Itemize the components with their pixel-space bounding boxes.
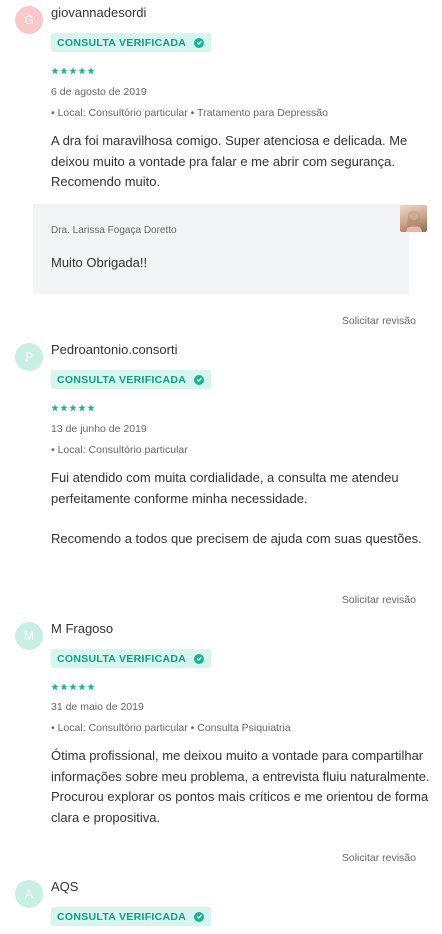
request-revision-link[interactable]: Solicitar revisão [342, 594, 416, 606]
star-icon [78, 404, 86, 412]
star-rating [51, 67, 95, 76]
reply-text: Muito Obrigada!! [51, 255, 148, 270]
star-icon [78, 683, 86, 691]
review-comment: A dra foi maravilhosa comigo. Super aten… [51, 131, 431, 193]
star-icon [87, 683, 95, 691]
star-icon [78, 67, 86, 75]
verified-badge: CONSULTA VERIFICADA [51, 33, 212, 52]
review-date: 6 de agosto de 2019 [51, 86, 147, 98]
star-icon [87, 404, 95, 412]
star-icon [69, 404, 77, 412]
check-circle-icon [194, 374, 205, 385]
check-circle-icon [194, 911, 205, 922]
review-meta: • Local: Consultório particular • Tratam… [51, 107, 328, 119]
avatar: A [15, 880, 43, 908]
star-icon [87, 67, 95, 75]
avatar: G [15, 6, 43, 34]
star-icon [51, 404, 59, 412]
review-username[interactable]: M Fragoso [51, 621, 113, 636]
avatar: P [15, 343, 43, 371]
review-meta: • Local: Consultório particular [51, 444, 188, 456]
verified-badge: CONSULTA VERIFICADA [51, 649, 212, 668]
request-revision-link[interactable]: Solicitar revisão [342, 315, 416, 327]
star-icon [60, 404, 68, 412]
verified-badge: CONSULTA VERIFICADA [51, 370, 212, 389]
review-date: 31 de maio de 2019 [51, 701, 144, 713]
star-rating [51, 683, 95, 692]
star-icon [60, 683, 68, 691]
review-username[interactable]: AQS [51, 879, 78, 894]
comment-paragraph: A dra foi maravilhosa comigo. Super aten… [51, 133, 408, 189]
doctor-photo [400, 205, 427, 232]
review-meta: • Local: Consultório particular • Consul… [51, 722, 291, 734]
avatar: M [15, 622, 43, 650]
comment-paragraph: Recomendo a todos que precisem de ajuda … [51, 531, 422, 546]
star-rating [51, 404, 95, 413]
verified-badge: CONSULTA VERIFICADA [51, 907, 212, 926]
star-icon [51, 683, 59, 691]
review-comment: Ótima profissional, me deixou muito a vo… [51, 746, 431, 828]
star-icon [69, 683, 77, 691]
star-icon [69, 67, 77, 75]
review-comment: Fui atendido com muita cordialidade, a c… [51, 468, 431, 550]
star-icon [60, 67, 68, 75]
comment-paragraph: Ótima profissional, me deixou muito a vo… [51, 748, 430, 825]
doctor-reply [33, 204, 409, 294]
check-circle-icon [194, 653, 205, 664]
check-circle-icon [194, 37, 205, 48]
star-icon [51, 67, 59, 75]
comment-paragraph: Fui atendido com muita cordialidade, a c… [51, 470, 399, 506]
reply-author: Dra. Larissa Fogaça Doretto [51, 225, 177, 236]
review-username[interactable]: giovannadesordi [51, 5, 146, 20]
review-date: 13 de junho de 2019 [51, 423, 147, 435]
review-username[interactable]: Pedroantonio.consorti [51, 342, 177, 357]
request-revision-link[interactable]: Solicitar revisão [342, 852, 416, 864]
